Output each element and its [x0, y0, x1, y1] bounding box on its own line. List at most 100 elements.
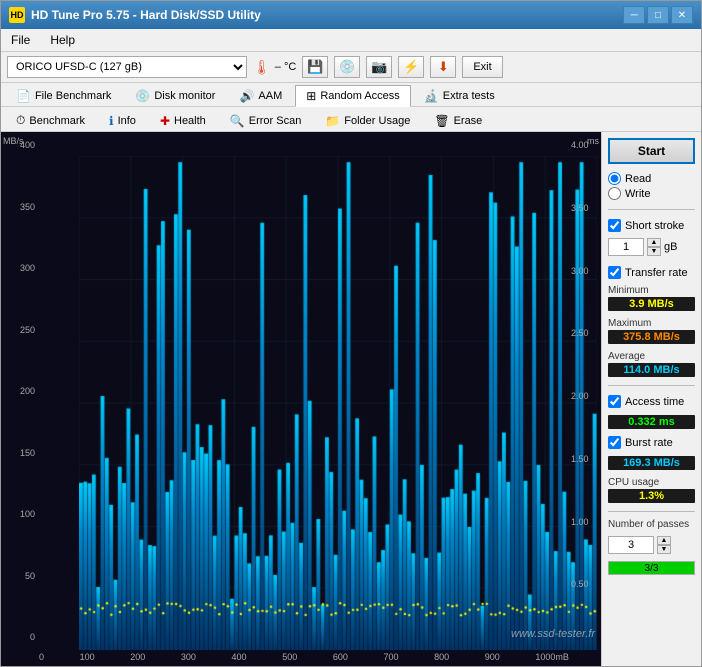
tab-extra-tests[interactable]: 🔬 Extra tests — [413, 85, 506, 106]
x-label-700: 700 — [383, 652, 398, 662]
transfer-rate-label: Transfer rate — [625, 267, 688, 279]
read-radio-label[interactable]: Read — [608, 172, 695, 185]
device-select[interactable]: ORICO UFSD-C (127 gB) — [7, 56, 247, 78]
exit-button[interactable]: Exit — [462, 56, 502, 78]
camera-icon-btn[interactable]: 📷 — [366, 56, 392, 78]
menu-bar: File Help — [1, 29, 701, 52]
tab-file-benchmark-label: File Benchmark — [35, 90, 111, 102]
start-button[interactable]: Start — [608, 138, 695, 164]
transfer-rate-checkbox-label[interactable]: Transfer rate — [608, 266, 695, 279]
minimum-value: 3.9 MB/s — [608, 297, 695, 311]
cpu-usage-section: CPU usage 1.3% — [608, 477, 695, 504]
file-menu[interactable]: File — [5, 31, 36, 49]
short-stroke-checkbox[interactable] — [608, 219, 621, 232]
x-label-900: 900 — [485, 652, 500, 662]
help-menu[interactable]: Help — [44, 31, 81, 49]
y-label-350: 350 — [20, 202, 35, 212]
tabs-row1: 📄 File Benchmark 💿 Disk monitor 🔊 AAM ⊞ … — [1, 83, 701, 107]
progress-text: 3/3 — [609, 562, 694, 575]
passes-down-button[interactable]: ▼ — [657, 545, 671, 554]
burst-rate-checkbox[interactable] — [608, 436, 621, 449]
tab-file-benchmark[interactable]: 📄 File Benchmark — [5, 85, 122, 106]
average-section: Average 114.0 MB/s — [608, 351, 695, 378]
access-time-section: 0.332 ms — [608, 414, 695, 430]
tab-folder-usage[interactable]: 📁 Folder Usage — [314, 109, 421, 131]
x-axis-labels: 0 100 200 300 400 500 600 700 800 900 10… — [39, 652, 569, 662]
passes-input[interactable] — [608, 536, 654, 554]
tab-erase-label: Erase — [454, 115, 483, 127]
access-time-checkbox[interactable] — [608, 395, 621, 408]
title-bar-controls: ─ □ ✕ — [623, 6, 693, 24]
passes-label: Number of passes — [608, 519, 695, 530]
passes-up-button[interactable]: ▲ — [657, 536, 671, 545]
folder-usage-icon: 📁 — [325, 114, 340, 128]
extra-tests-icon: 🔬 — [424, 89, 439, 103]
y-right-label-250: 2.50 — [571, 328, 589, 338]
tab-aam[interactable]: 🔊 AAM — [228, 85, 293, 106]
write-radio[interactable] — [608, 187, 621, 200]
passes-input-row: ▲ ▼ — [608, 536, 695, 554]
maximum-section: Maximum 375.8 MB/s — [608, 318, 695, 345]
tab-error-scan-label: Error Scan — [249, 115, 302, 127]
cpu-usage-value: 1.3% — [608, 489, 695, 503]
tab-random-access-label: Random Access — [320, 90, 399, 102]
access-time-label: Access time — [625, 396, 684, 408]
tab-extra-tests-label: Extra tests — [443, 90, 495, 102]
y-label-100: 100 — [20, 509, 35, 519]
transfer-rate-checkbox[interactable] — [608, 266, 621, 279]
y-right-label-400: 4.00 — [571, 140, 589, 150]
y-label-150: 150 — [20, 448, 35, 458]
tab-folder-usage-label: Folder Usage — [344, 115, 410, 127]
write-radio-label[interactable]: Write — [608, 187, 695, 200]
short-stroke-checkbox-label[interactable]: Short stroke — [608, 219, 695, 232]
tab-health[interactable]: ✚ Health — [149, 109, 217, 131]
tab-error-scan[interactable]: 🔍 Error Scan — [219, 109, 313, 131]
passes-spinner: ▲ ▼ — [657, 536, 671, 554]
divider3 — [608, 511, 695, 512]
minimum-section: Minimum 3.9 MB/s — [608, 285, 695, 312]
info-icon: ℹ — [109, 114, 114, 128]
file-benchmark-icon: 📄 — [16, 89, 31, 103]
stroke-unit-label: gB — [664, 241, 677, 253]
aam-icon: 🔊 — [239, 89, 254, 103]
stroke-down-button[interactable]: ▼ — [647, 247, 661, 256]
tabs-row2: ⏱ Benchmark ℹ Info ✚ Health 🔍 Error Scan… — [1, 107, 701, 132]
disk-monitor-icon: 💿 — [135, 89, 150, 103]
watermark: www.ssd-tester.fr — [511, 628, 595, 640]
minimize-button[interactable]: ─ — [623, 6, 645, 24]
divider2 — [608, 385, 695, 386]
device-icons: 🌡 – °C — [253, 59, 296, 76]
x-label-200: 200 — [130, 652, 145, 662]
disk-icon-btn2[interactable]: 💿 — [334, 56, 360, 78]
tab-benchmark-label: Benchmark — [29, 115, 85, 127]
y-label-200: 200 — [20, 386, 35, 396]
stroke-up-button[interactable]: ▲ — [647, 238, 661, 247]
stroke-input-row: ▲ ▼ gB — [608, 238, 695, 256]
x-label-600: 600 — [333, 652, 348, 662]
tab-aam-label: AAM — [258, 90, 282, 102]
burst-rate-checkbox-label[interactable]: Burst rate — [608, 436, 695, 449]
tab-benchmark[interactable]: ⏱ Benchmark — [5, 109, 96, 131]
chart-container: 400 350 300 250 200 150 100 50 0 MB/s ms… — [1, 132, 601, 666]
tab-disk-monitor-label: Disk monitor — [154, 90, 215, 102]
disk-icon-btn1[interactable]: 💾 — [302, 56, 328, 78]
window-title: HD Tune Pro 5.75 - Hard Disk/SSD Utility — [31, 8, 261, 22]
tab-random-access[interactable]: ⊞ Random Access — [295, 85, 411, 107]
power-icon-btn[interactable]: ⚡ — [398, 56, 424, 78]
read-radio[interactable] — [608, 172, 621, 185]
maximize-button[interactable]: □ — [647, 6, 669, 24]
app-icon: HD — [9, 7, 25, 23]
x-label-100: 100 — [80, 652, 95, 662]
tab-health-label: Health — [174, 115, 206, 127]
stroke-value-input[interactable] — [608, 238, 644, 256]
access-time-checkbox-label[interactable]: Access time — [608, 395, 695, 408]
download-icon-btn[interactable]: ⬇ — [430, 56, 456, 78]
benchmark-chart — [79, 156, 597, 650]
close-button[interactable]: ✕ — [671, 6, 693, 24]
minimum-label: Minimum — [608, 285, 695, 296]
cpu-usage-label: CPU usage — [608, 477, 695, 488]
tab-erase[interactable]: 🗑 Erase — [423, 109, 493, 131]
tab-info-label: Info — [118, 115, 136, 127]
tab-disk-monitor[interactable]: 💿 Disk monitor — [124, 85, 226, 106]
tab-info[interactable]: ℹ Info — [98, 109, 147, 131]
